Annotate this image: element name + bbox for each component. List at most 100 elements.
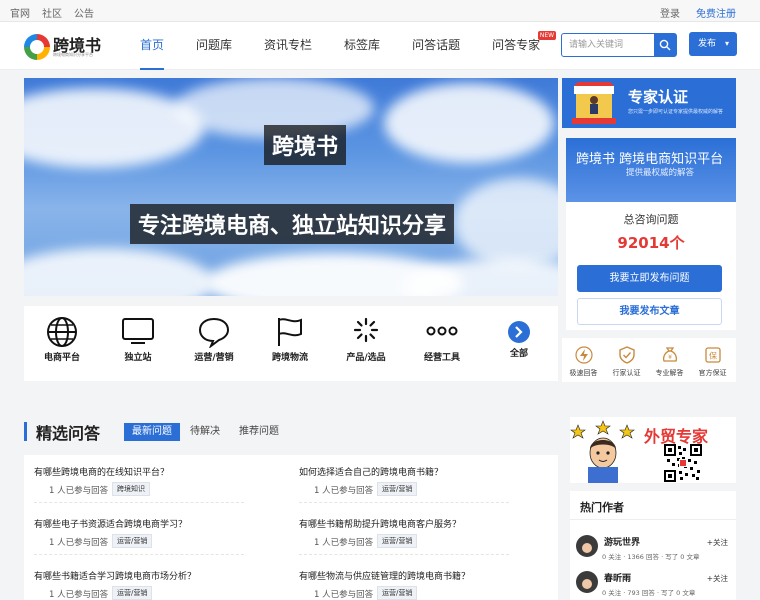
account-links: 登录 免费注册: [660, 5, 736, 20]
nav-tags[interactable]: 标签库: [344, 22, 380, 70]
question-title[interactable]: 有哪些物流与供应链管理的跨境电商书籍？: [299, 569, 470, 582]
cartoon-avatar-icon: [570, 420, 635, 483]
globe-icon: [47, 317, 77, 347]
qr-code-icon[interactable]: [664, 444, 702, 482]
login-link[interactable]: 登录: [660, 5, 680, 20]
category-tools[interactable]: 经营工具: [404, 306, 480, 381]
list-item[interactable]: 有哪些书籍适合学习跨境电商市场分析？ 1 人已参与回答 运营/营销: [24, 561, 244, 600]
question-tag[interactable]: 运营/营销: [112, 586, 153, 600]
avatar[interactable]: [576, 535, 598, 557]
category-label: 跨境物流: [271, 353, 308, 363]
register-link[interactable]: 免费注册: [696, 5, 736, 20]
category-label: 产品/选品: [346, 353, 386, 363]
question-tag[interactable]: 运营/营销: [377, 534, 418, 548]
loading-icon: [353, 317, 379, 343]
top-link-notice[interactable]: 公告: [74, 5, 94, 20]
category-marketing[interactable]: 运营/营销: [176, 306, 252, 381]
category-label: 运营/营销: [194, 353, 234, 363]
feature-professional: ¥ 专业解答: [648, 338, 691, 382]
category-bar: 电商平台 独立站 运营/营销 跨境物流 产品/选品 经营工具 全部: [24, 306, 558, 381]
feature-fast: 极速回答: [562, 338, 605, 382]
category-ecommerce[interactable]: 电商平台: [24, 306, 100, 381]
category-all[interactable]: 全部: [480, 306, 558, 381]
top-link-official[interactable]: 官网: [10, 5, 30, 20]
search-button[interactable]: [654, 34, 676, 56]
feature-label: 行家认证: [612, 369, 641, 377]
top-links: 官网 社区 公告: [10, 5, 94, 20]
list-item[interactable]: 有哪些物流与供应链管理的跨境电商书籍？ 1 人已参与回答 运营/营销: [289, 561, 509, 600]
publish-button[interactable]: 发布 ▾: [689, 32, 737, 56]
follow-button[interactable]: +关注: [707, 537, 728, 548]
svg-text:保: 保: [709, 351, 717, 361]
nav-news[interactable]: 资讯专栏: [264, 22, 312, 70]
question-tag[interactable]: 运营/营销: [377, 586, 418, 600]
trade-expert-promo[interactable]: 外贸专家: [570, 417, 736, 483]
hero-banner[interactable]: 跨境书 专注跨境电商、独立站知识分享: [24, 78, 558, 296]
top-link-community[interactable]: 社区: [42, 5, 62, 20]
question-tag[interactable]: 跨境知识: [112, 482, 150, 496]
author-stats: 0 关注 · 793 回答 · 写了 0 文章: [602, 589, 696, 597]
new-badge: NEW: [537, 31, 557, 40]
list-item[interactable]: 有哪些电子书资源适合跨境电商学习？ 1 人已参与回答 运营/营销: [24, 509, 244, 559]
platform-subtitle: 提供最权威的解答: [626, 168, 695, 178]
tab-latest[interactable]: 最新问题: [124, 423, 180, 441]
list-item[interactable]: 有哪些跨境电商的在线知识平台？ 1 人已参与回答 跨境知识: [24, 457, 244, 507]
feature-guarantee: 保 官方保证: [691, 338, 734, 382]
follow-button[interactable]: +关注: [707, 573, 728, 584]
author-item[interactable]: 春昕雨 0 关注 · 793 回答 · 写了 0 文章 +关注: [570, 567, 736, 600]
nav-home[interactable]: 首页: [140, 22, 165, 70]
question-tag[interactable]: 运营/营销: [377, 482, 418, 496]
category-logistics[interactable]: 跨境物流: [252, 306, 328, 381]
question-title[interactable]: 如何选择适合自己的跨境电商书籍？: [299, 465, 443, 478]
platform-stats-card: 跨境书 跨境电商知识平台 提供最权威的解答 总咨询问题 92014个 我要立即发…: [566, 138, 736, 330]
category-products[interactable]: 产品/选品: [328, 306, 404, 381]
chevron-down-icon: ▾: [724, 39, 729, 48]
post-article-button[interactable]: 我要发布文章: [577, 298, 722, 325]
tab-unsolved[interactable]: 待解决: [182, 423, 228, 441]
search-box: [561, 33, 677, 57]
answer-count: 1 人已参与回答: [49, 486, 109, 496]
divider: [34, 502, 244, 503]
author-name[interactable]: 游玩世界: [604, 535, 640, 548]
platform-title: 跨境书 跨境电商知识平台: [576, 152, 724, 167]
question-title[interactable]: 有哪些跨境电商的在线知识平台？: [34, 465, 169, 478]
publish-label: 发布: [698, 39, 717, 49]
search-input[interactable]: [562, 34, 654, 56]
lightning-icon: [574, 346, 593, 364]
category-label: 电商平台: [43, 353, 80, 363]
nav-experts-label: 问答专家: [492, 38, 541, 52]
main-nav: 首页 问题库 资讯专栏 标签库 问答话题 问答专家 NEW: [140, 22, 572, 70]
money-bag-icon: ¥: [662, 347, 677, 362]
category-independent-site[interactable]: 独立站: [100, 306, 176, 381]
author-name[interactable]: 春昕雨: [604, 571, 631, 584]
question-tag[interactable]: 运营/营销: [112, 534, 153, 548]
expert-description: 您只需一步即可认证专家提供最权威的解答: [628, 109, 724, 115]
divider: [34, 554, 244, 555]
feature-certified: 行家认证: [605, 338, 648, 382]
header: 跨境书 跨境电商知识分享平台 首页 问题库 资讯专栏 标签库 问答话题 问答专家…: [0, 22, 760, 70]
ask-question-button[interactable]: 我要立即发布问题: [577, 265, 722, 292]
answer-count: 1 人已参与回答: [49, 538, 109, 548]
list-item[interactable]: 如何选择适合自己的跨境电商书籍？ 1 人已参与回答 运营/营销: [289, 457, 509, 507]
nav-questions[interactable]: 问题库: [196, 22, 232, 70]
expert-title: 专家认证: [628, 88, 689, 106]
feature-label: 极速回答: [569, 369, 598, 377]
question-title[interactable]: 有哪些电子书资源适合跨境电商学习？: [34, 517, 187, 530]
answer-count: 1 人已参与回答: [49, 590, 109, 600]
expert-certification-card[interactable]: 专家认证 您只需一步即可认证专家提供最权威的解答: [562, 78, 736, 128]
nav-experts[interactable]: 问答专家 NEW: [492, 22, 557, 70]
avatar[interactable]: [576, 571, 598, 593]
divider: [570, 519, 736, 520]
tab-recommended[interactable]: 推荐问题: [231, 423, 287, 441]
question-title[interactable]: 有哪些书籍帮助提升跨境电商客户服务？: [299, 517, 461, 530]
section-title: 精选问答: [36, 424, 101, 443]
answer-count: 1 人已参与回答: [314, 590, 374, 600]
nav-topics[interactable]: 问答话题: [412, 22, 460, 70]
svg-text:¥: ¥: [668, 354, 672, 361]
question-title[interactable]: 有哪些书籍适合学习跨境电商市场分析？: [34, 569, 196, 582]
logo-mark-icon: [24, 34, 50, 60]
list-item[interactable]: 有哪些书籍帮助提升跨境电商客户服务？ 1 人已参与回答 运营/营销: [289, 509, 509, 559]
logo[interactable]: 跨境书 跨境电商知识分享平台: [24, 32, 102, 62]
question-list: 有哪些跨境电商的在线知识平台？ 1 人已参与回答 跨境知识 如何选择适合自己的跨…: [24, 455, 558, 600]
author-item[interactable]: 游玩世界 0 关注 · 1366 回答 · 写了 0 文章 +关注: [570, 531, 736, 567]
